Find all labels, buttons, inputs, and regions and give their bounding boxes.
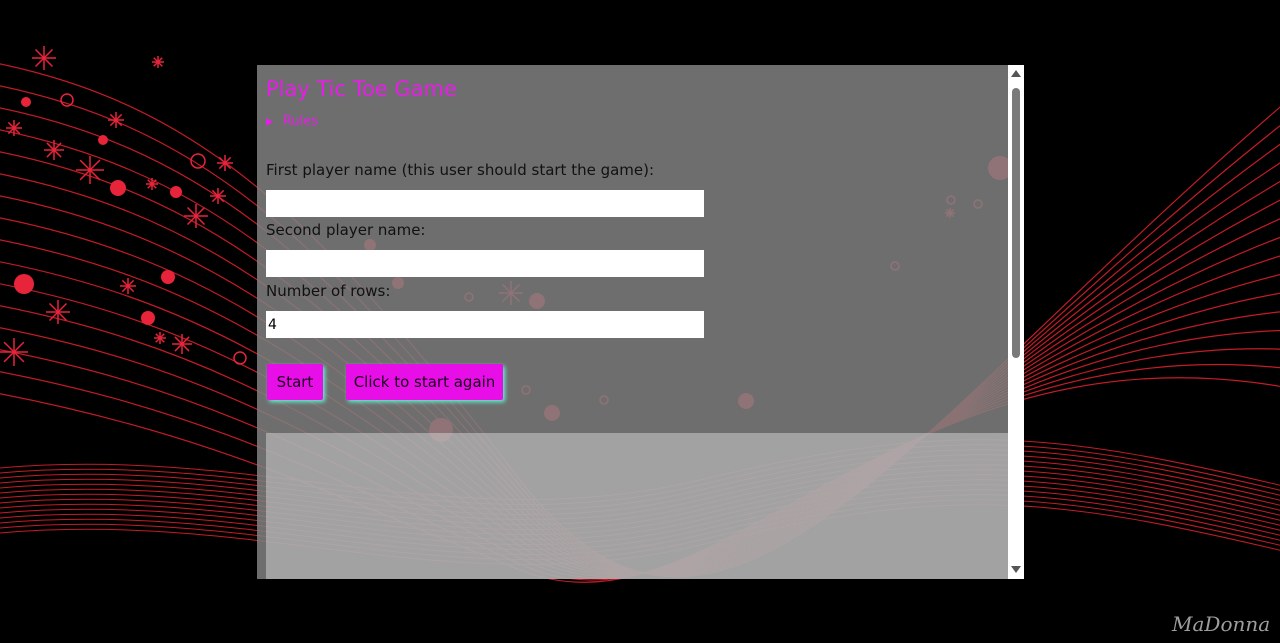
page-title: Play Tic Toe Game <box>266 77 457 101</box>
scroll-down-arrow-icon[interactable] <box>1011 566 1021 573</box>
rules-label: Rules <box>283 114 319 129</box>
scrollbar-thumb[interactable] <box>1012 88 1020 358</box>
rules-toggle[interactable]: Rules <box>266 114 318 129</box>
panel-content: Play Tic Toe Game Rules First player nam… <box>257 65 1008 579</box>
second-player-label: Second player name: <box>266 221 426 239</box>
desktop-background: Play Tic Toe Game Rules First player nam… <box>0 0 1280 643</box>
game-panel: Play Tic Toe Game Rules First player nam… <box>257 65 1008 579</box>
rows-input[interactable] <box>266 311 704 338</box>
second-player-input[interactable] <box>266 250 704 277</box>
scroll-up-arrow-icon[interactable] <box>1011 70 1021 77</box>
triangle-right-icon <box>266 117 273 126</box>
game-board-area <box>266 433 1008 579</box>
first-player-input[interactable] <box>266 190 704 217</box>
rows-label: Number of rows: <box>266 282 391 300</box>
vertical-scrollbar[interactable] <box>1008 65 1024 579</box>
restart-button[interactable]: Click to start again <box>346 364 503 400</box>
first-player-label: First player name (this user should star… <box>266 161 655 179</box>
watermark-signature: MaDonna <box>1172 612 1271 636</box>
start-button[interactable]: Start <box>267 364 323 400</box>
